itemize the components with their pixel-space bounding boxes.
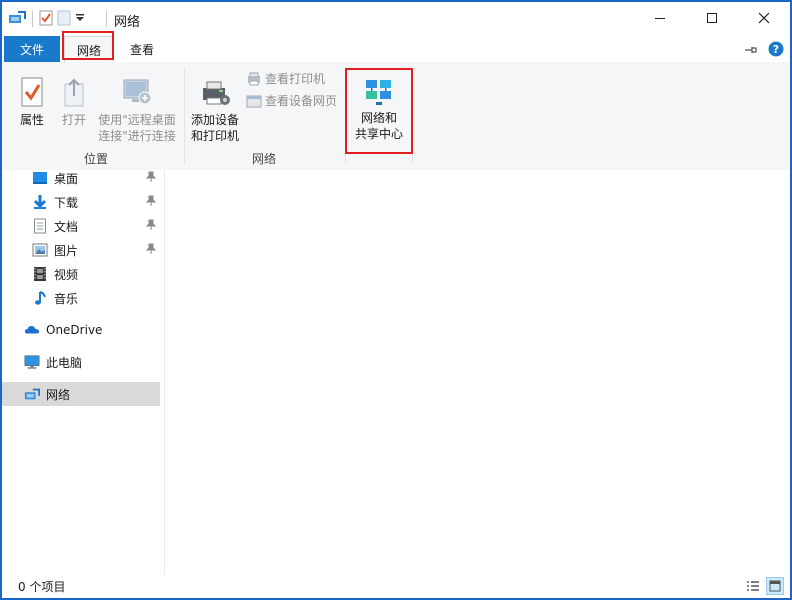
nav-item-videos[interactable]: 视频 (32, 263, 160, 285)
large-icons-view-button[interactable] (766, 577, 784, 595)
computer-icon (24, 354, 40, 370)
nav-item-label: 音乐 (54, 291, 79, 306)
nav-item-label: 文档 (54, 219, 79, 234)
window-controls (634, 2, 790, 34)
tab-view[interactable]: 查看 (120, 36, 164, 62)
network-sharing-center-highlight (345, 68, 413, 154)
title-bar: 网络 (2, 2, 790, 36)
large-icons-view-icon (769, 580, 781, 592)
properties-qat-icon[interactable] (39, 10, 53, 29)
nav-item-documents[interactable]: 文档 (32, 215, 160, 237)
status-bar: 0 个项目 (2, 574, 790, 598)
document-icon (32, 218, 48, 234)
nav-item-pictures[interactable]: 图片 (32, 239, 160, 261)
nav-item-desktop[interactable]: 桌面 (32, 167, 160, 189)
pin-icon[interactable] (145, 171, 157, 186)
location-group-label: 位置 (84, 152, 109, 166)
pin-ribbon-icon[interactable] (744, 44, 758, 58)
ribbon-tabs: 文件 网络 查看 ? (2, 36, 790, 63)
close-button[interactable] (738, 2, 790, 34)
nav-item-network[interactable]: 网络 (2, 382, 160, 406)
open-label: 打开 (61, 113, 86, 127)
pin-icon[interactable] (145, 195, 157, 210)
nav-item-label: 下载 (54, 195, 79, 210)
close-icon (758, 12, 770, 24)
title-separator (106, 11, 107, 27)
tab-network-highlight (62, 31, 114, 60)
nav-item-label: 桌面 (54, 171, 79, 186)
remote-desktop-icon (121, 68, 153, 108)
navigation-pane: 桌面 下载 文档 图片 视频 音乐 OneDrive 此电脑 网络 (2, 170, 165, 574)
tab-file[interactable]: 文件 (4, 36, 60, 62)
printer-icon (199, 68, 231, 108)
pin-icon[interactable] (145, 243, 157, 258)
nav-item-downloads[interactable]: 下载 (32, 191, 160, 213)
open-button[interactable]: 打开 (56, 68, 92, 128)
properties-label: 属性 (19, 113, 44, 127)
view-printers-label: 查看打印机 (265, 72, 326, 86)
maximize-icon (707, 13, 717, 23)
ribbon-right-controls: ? (744, 41, 784, 60)
details-view-icon (747, 581, 759, 591)
remote-desktop-label-line1: 使用"远程桌面 (98, 113, 176, 127)
open-icon (61, 68, 87, 108)
desktop-icon (32, 170, 48, 186)
add-device-label-line1: 添加设备 (190, 113, 239, 127)
properties-icon (19, 68, 45, 108)
group-separator (184, 68, 185, 164)
nav-item-this-pc[interactable]: 此电脑 (24, 351, 160, 373)
pictures-icon (32, 242, 48, 258)
svg-text:?: ? (773, 43, 779, 56)
view-printers-button[interactable]: 查看打印机 (246, 70, 325, 87)
remote-desktop-button[interactable]: 使用"远程桌面 连接"进行连接 (96, 68, 178, 144)
network-group-label: 网络 (252, 152, 277, 166)
remote-desktop-label-line2: 连接"进行连接 (98, 129, 176, 143)
add-device-label-line2: 和打印机 (190, 129, 239, 143)
nav-item-label: 图片 (54, 243, 79, 258)
view-device-page-icon (246, 95, 262, 107)
network-icon (24, 386, 40, 402)
maximize-button[interactable] (686, 2, 738, 34)
pin-icon[interactable] (145, 219, 157, 234)
customize-qat-chevron-icon[interactable] (75, 12, 85, 26)
view-device-page-label: 查看设备网页 (265, 94, 338, 108)
details-view-button[interactable] (744, 577, 762, 595)
nav-item-music[interactable]: 音乐 (32, 287, 160, 309)
view-switcher (740, 577, 784, 595)
download-icon (32, 194, 48, 210)
nav-item-label: OneDrive (46, 323, 103, 337)
nav-item-label: 视频 (54, 267, 79, 282)
quick-access-toolbar (8, 8, 89, 30)
window-title: 网络 (114, 15, 141, 30)
network-app-icon (8, 10, 26, 29)
file-list-area[interactable] (165, 170, 790, 574)
add-device-button[interactable]: 添加设备 和打印机 (188, 68, 242, 144)
minimize-icon (655, 18, 665, 19)
music-icon (32, 290, 48, 306)
help-icon[interactable]: ? (768, 41, 784, 60)
nav-item-label: 网络 (46, 387, 71, 402)
item-count: 0 个项目 (18, 580, 66, 594)
nav-item-onedrive[interactable]: OneDrive (24, 319, 160, 341)
qat-separator (32, 11, 33, 27)
explorer-window: 网络 文件 网络 查看 ? 属性 打开 使用"远程桌面 连接"进行连接 位置 添… (0, 0, 792, 600)
view-device-page-button[interactable]: 查看设备网页 (246, 92, 337, 109)
onedrive-icon (24, 322, 40, 338)
minimize-button[interactable] (634, 2, 686, 34)
nav-item-label: 此电脑 (46, 355, 83, 370)
new-folder-qat-icon[interactable] (57, 10, 71, 29)
properties-button[interactable]: 属性 (14, 68, 50, 128)
view-printers-icon (248, 72, 260, 85)
video-icon (32, 266, 48, 282)
